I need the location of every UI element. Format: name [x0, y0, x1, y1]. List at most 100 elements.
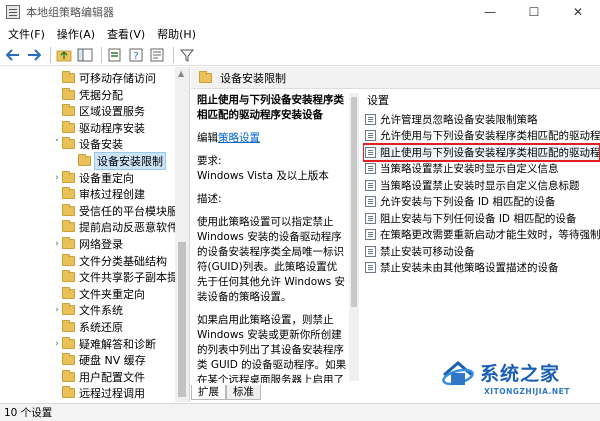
tree-item[interactable]: 系统还原 — [52, 318, 123, 336]
policy-setting-label: 阻止安装与下列任何设备 ID 相匹配的设备 — [380, 212, 577, 225]
policy-setting-row[interactable]: 允许管理员忽略设备安装限制策略 — [363, 111, 600, 128]
title-bar: 本地组策略编辑器 — ☐ ✕ — [0, 0, 600, 24]
policy-setting-icon — [365, 130, 376, 142]
expanded-caret-icon[interactable]: ˅ — [52, 139, 62, 149]
tree-item[interactable]: › 设备重定向 — [52, 169, 134, 187]
maximize-button[interactable]: ☐ — [512, 0, 556, 24]
policy-setting-row[interactable]: 阻止安装与下列任何设备 ID 相匹配的设备 — [363, 210, 600, 227]
tree-item[interactable]: 受信任的平台模块服务 — [52, 202, 189, 220]
policy-setting-label: 阻止使用与下列设备安装程序类相匹配的驱动程序安 — [380, 146, 600, 159]
tree-scrollbar[interactable]: ▲ — [175, 67, 189, 402]
policy-setting-label: 当策略设置禁止安装时显示自定义信息标题 — [380, 179, 580, 192]
menu-file[interactable]: 文件(F) — [2, 26, 51, 42]
back-icon[interactable] — [4, 46, 22, 64]
tree-item[interactable]: 设备安装限制 — [68, 152, 166, 170]
close-button[interactable]: ✕ — [556, 0, 600, 24]
tree-item-label: 可移动存储访问 — [79, 72, 156, 85]
folder-icon — [62, 137, 75, 150]
policy-setting-row[interactable]: 禁止安装可移动设备 — [363, 243, 600, 260]
export-icon[interactable] — [106, 46, 124, 64]
folder-icon — [62, 187, 75, 200]
tree-item[interactable]: 凭据分配 — [52, 86, 123, 104]
tree-item[interactable]: › 疑难解答和诊断 — [52, 335, 156, 353]
tree-item[interactable]: › 网络登录 — [52, 235, 123, 253]
tree-item-label: 用户配置文件 — [79, 370, 145, 384]
tree-item[interactable]: 提前启动反恶意软件 — [52, 218, 178, 236]
tree-item[interactable]: 文件共享影子副本提供 — [52, 268, 189, 286]
menu-action[interactable]: 操作(A) — [51, 26, 101, 42]
settings-column-header[interactable]: 设置 — [363, 91, 600, 111]
tree-item[interactable]: 可移动存储访问 — [52, 69, 156, 87]
collapsed-caret-icon[interactable]: › — [52, 305, 62, 315]
show-hide-tree-icon[interactable] — [76, 46, 94, 64]
folder-icon — [62, 120, 75, 133]
policy-setting-label: 禁止安装可移动设备 — [380, 245, 475, 258]
policy-setting-label: 允许管理员忽略设备安装限制策略 — [380, 113, 538, 126]
details-header-title: 设备安装限制 — [220, 71, 286, 85]
tree-item[interactable]: 硬盘 NV 缓存 — [52, 351, 146, 369]
tree-item[interactable]: 远程过程调用 — [52, 384, 145, 402]
policy-editor-icon — [6, 5, 20, 19]
tree-item[interactable]: 审核过程创建 — [52, 185, 145, 203]
policy-setting-row[interactable]: 在策略更改需要重新启动才能生效时，等待强制重新 — [363, 227, 600, 244]
tab-standard[interactable]: 标准 — [226, 385, 261, 400]
folder-icon — [62, 87, 75, 100]
policy-setting-row[interactable]: 阻止使用与下列设备安装程序类相匹配的驱动程序安 — [363, 143, 600, 162]
policy-setting-icon — [365, 113, 376, 125]
up-folder-icon[interactable] — [55, 46, 73, 64]
description-scroll-thumb[interactable] — [351, 97, 357, 307]
tree-item[interactable]: 用户配置文件 — [52, 368, 145, 386]
watermark-text: 系统之家 — [480, 363, 561, 385]
tree-scroll-thumb[interactable] — [178, 242, 186, 397]
view-tabs: 扩展 标准 — [191, 385, 261, 401]
description-label: 描述: — [197, 193, 222, 205]
policy-setting-row[interactable]: 允许安装与下列设备 ID 相匹配的设备 — [363, 194, 600, 211]
folder-icon — [62, 220, 75, 233]
tree-item-label: 提前启动反恶意软件 — [79, 221, 178, 235]
folder-icon — [62, 104, 75, 117]
menu-help[interactable]: 帮助(H) — [151, 26, 202, 42]
policy-title: 阻止使用与下列设备安装程序类相匹配的驱动程序安装设备 — [197, 94, 344, 121]
status-bar: 10 个设置 — [0, 403, 600, 421]
tree-item[interactable]: 文件夹重定向 — [52, 285, 145, 303]
policy-setting-row[interactable]: 当策略设置禁止安装时显示自定义信息标题 — [363, 177, 600, 194]
watermark-url: XITONGZHIJIA.NET — [484, 387, 570, 396]
tree-item-label: 网络登录 — [79, 238, 123, 251]
collapsed-caret-icon[interactable]: › — [52, 339, 62, 349]
toolbar-separator — [101, 46, 102, 63]
policy-description: 阻止使用与下列设备安装程序类相匹配的驱动程序安装设备 编辑策略设置 要求: Win… — [197, 93, 347, 383]
tree-item-label: 硬盘 NV 缓存 — [79, 354, 146, 368]
tree-item-label: 设备安装限制 — [94, 152, 166, 170]
edit-policy-line: 编辑策略设置 — [197, 131, 347, 146]
collapsed-caret-icon[interactable]: › — [52, 239, 62, 249]
toolbar-separator — [50, 46, 51, 63]
folder-icon — [62, 286, 75, 299]
edit-prefix: 编辑 — [197, 132, 218, 144]
tree-pane[interactable]: 可移动存储访问 凭据分配 区域设置服务 驱动程序安装 ˅ 设备安装 设备安装限制 › 设备重定向… — [0, 67, 190, 402]
properties-icon[interactable] — [148, 46, 166, 64]
policy-setting-label: 当策略设置禁止安装时显示自定义信息 — [380, 163, 559, 176]
folder-icon — [62, 270, 75, 283]
tree-item-label: 文件系统 — [79, 304, 123, 318]
edit-policy-link[interactable]: 策略设置 — [218, 132, 260, 144]
help-icon[interactable]: ? — [127, 46, 145, 64]
filter-icon[interactable] — [178, 46, 196, 64]
collapsed-caret-icon[interactable]: › — [52, 173, 62, 183]
menu-view[interactable]: 查看(V) — [101, 26, 151, 42]
policy-setting-row[interactable]: 禁止安装未由其他策略设置描述的设备 — [363, 260, 600, 277]
scroll-up-arrow-icon[interactable]: ▲ — [178, 69, 184, 78]
policy-setting-row[interactable]: 允许使用与下列设备安装程序类相匹配的驱动程序安 — [363, 128, 600, 145]
minimize-button[interactable]: — — [468, 0, 512, 24]
tab-extended[interactable]: 扩展 — [191, 385, 226, 400]
folder-icon — [62, 253, 75, 266]
folder-icon — [62, 336, 75, 349]
policy-setting-row[interactable]: 当策略设置禁止安装时显示自定义信息 — [363, 161, 600, 178]
forward-icon[interactable] — [25, 46, 43, 64]
tree-item[interactable]: › 文件系统 — [52, 301, 123, 319]
folder-icon — [62, 386, 75, 399]
tree-item[interactable]: 文件分类基础结构 — [52, 252, 167, 270]
description-scrollbar[interactable] — [349, 93, 359, 381]
tree-item[interactable]: 区域设置服务 — [52, 102, 145, 120]
tree-item[interactable]: 驱动程序安装 — [52, 119, 145, 137]
tree-item[interactable]: ˅ 设备安装 — [52, 135, 123, 153]
